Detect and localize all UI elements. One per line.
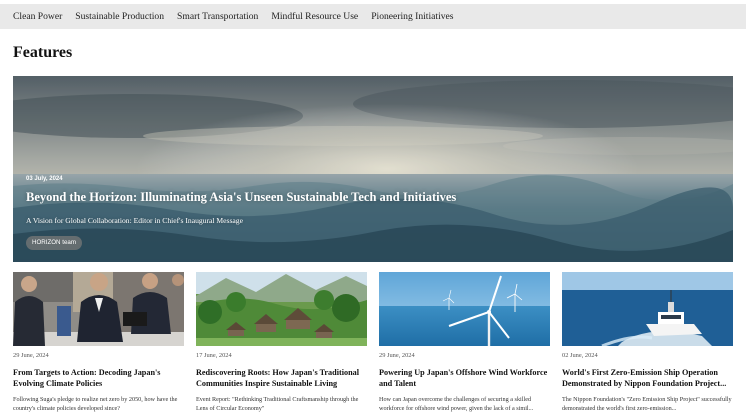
card-title[interactable]: From Targets to Action: Decoding Japan's… <box>13 367 184 389</box>
article-card-offshore-wind[interactable]: 29 June, 2024 Powering Up Japan's Offsho… <box>379 272 550 419</box>
card-date: 29 June, 2024 <box>379 352 415 359</box>
author-tag[interactable]: HORIZON team <box>26 236 83 250</box>
nav-item-mindful-resource-use[interactable]: Mindful Resource Use <box>271 11 358 22</box>
card-excerpt: Following Suga's pledge to realize net z… <box>13 396 178 412</box>
hero-subtitle: A Vision for Global Collaboration: Edito… <box>26 216 243 225</box>
nav-item-sustainable-production[interactable]: Sustainable Production <box>75 11 164 22</box>
article-card-traditional-communities[interactable]: 17 June, 2024 Rediscovering Roots: How J… <box>196 272 367 419</box>
card-title[interactable]: Powering Up Japan's Offshore Wind Workfo… <box>379 367 550 389</box>
card-thumbnail <box>562 272 733 346</box>
nav-item-pioneering-initiatives[interactable]: Pioneering Initiatives <box>371 11 453 22</box>
card-excerpt: How can Japan overcome the challenges of… <box>379 396 534 412</box>
hero-ocean-image <box>13 76 733 262</box>
card-thumbnail <box>379 272 550 346</box>
card-date: 17 June, 2024 <box>196 352 232 359</box>
card-date: 29 June, 2024 <box>13 352 49 359</box>
article-card-climate-policies[interactable]: 29 June, 2024 From Targets to Action: De… <box>13 272 184 419</box>
card-excerpt: Event Report: "Rethinking Traditional Cr… <box>196 396 359 412</box>
top-navigation: Clean Power Sustainable Production Smart… <box>0 4 746 29</box>
hero-title[interactable]: Beyond the Horizon: Illuminating Asia's … <box>26 190 456 205</box>
press-conference-image <box>13 272 184 346</box>
card-date: 02 June, 2024 <box>562 352 598 359</box>
article-card-zero-emission-ship[interactable]: 02 June, 2024 World's First Zero-Emissio… <box>562 272 733 419</box>
hero-date: 03 July, 2024 <box>26 176 63 182</box>
card-excerpt: The Nippon Foundation's "Zero Emission S… <box>562 396 732 412</box>
card-title[interactable]: Rediscovering Roots: How Japan's Traditi… <box>196 367 367 389</box>
nav-item-clean-power[interactable]: Clean Power <box>13 11 62 22</box>
offshore-wind-turbine-image <box>379 272 550 346</box>
zero-emission-ship-image <box>562 272 733 346</box>
village-landscape-image <box>196 272 367 346</box>
hero-feature-card[interactable]: 03 July, 2024 Beyond the Horizon: Illumi… <box>13 76 733 262</box>
card-thumbnail <box>196 272 367 346</box>
card-title[interactable]: World's First Zero-Emission Ship Operati… <box>562 367 733 389</box>
card-thumbnail <box>13 272 184 346</box>
page-title: Features <box>13 44 73 61</box>
nav-item-smart-transportation[interactable]: Smart Transportation <box>177 11 258 22</box>
